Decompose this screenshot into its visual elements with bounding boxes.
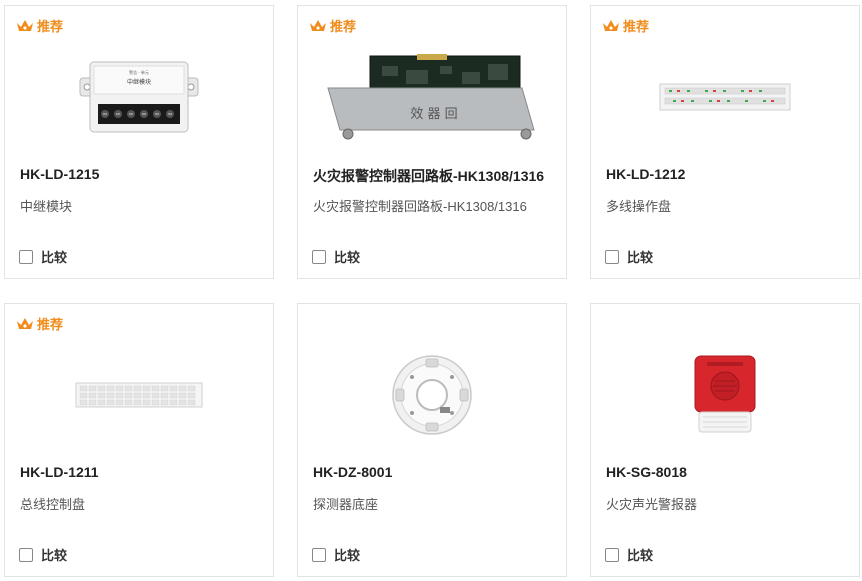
product-description: 探测器底座	[313, 497, 379, 512]
compare-checkbox[interactable]: 比较	[312, 247, 360, 266]
compare-checkbox[interactable]: 比较	[605, 247, 653, 266]
loop-board-image[interactable]: 效 器 回	[298, 42, 566, 152]
checkbox-icon[interactable]	[19, 249, 33, 264]
detector-base-image[interactable]	[298, 340, 566, 450]
product-model[interactable]: HK-SG-8018	[606, 464, 847, 480]
product-card[interactable]: 推荐 效 器 回 火灾报警控制器回路板-HK1308/1316 火灾报警控制器回…	[297, 5, 567, 279]
product-card[interactable]: 推荐 HK-LD-1211 总线控制盘 比较	[4, 303, 274, 577]
product-model[interactable]: HK-LD-1215	[20, 166, 261, 182]
product-card[interactable]: 推荐 HK-LD-1212 多线操作盘 比较	[590, 5, 860, 279]
product-description: 多线操作盘	[606, 199, 672, 214]
compare-checkbox[interactable]: 比较	[312, 545, 360, 564]
crown-icon	[603, 19, 619, 31]
bus-control-panel-image[interactable]	[5, 340, 273, 450]
product-card[interactable]: 推荐 警告 · 单元 中继模块 HK-LD-1215 中继模块 比较	[4, 5, 274, 279]
recommend-badge: 推荐	[309, 16, 356, 35]
product-model[interactable]: HK-LD-1212	[606, 166, 847, 182]
product-description: 中继模块	[20, 199, 73, 214]
svg-text:中继模块: 中继模块	[127, 78, 151, 86]
compare-checkbox[interactable]: 比较	[19, 247, 67, 266]
crown-icon	[17, 19, 33, 31]
product-description: 火灾报警控制器回路板-HK1308/1316	[313, 199, 527, 214]
crown-icon	[310, 19, 326, 31]
product-model[interactable]: 火灾报警控制器回路板-HK1308/1316	[313, 166, 554, 186]
product-card[interactable]: HK-DZ-8001 探测器底座 比较	[297, 303, 567, 577]
crown-icon	[17, 317, 33, 329]
multi-line-panel-image[interactable]	[591, 42, 859, 152]
checkbox-icon[interactable]	[605, 547, 619, 562]
relay-module-image[interactable]: 警告 · 单元 中继模块	[5, 42, 273, 152]
product-model[interactable]: HK-LD-1211	[20, 464, 261, 480]
checkbox-icon[interactable]	[19, 547, 33, 562]
product-description: 总线控制盘	[20, 497, 86, 512]
recommend-badge: 推荐	[602, 16, 649, 35]
svg-text:警告 · 单元: 警告 · 单元	[129, 69, 149, 75]
recommend-badge: 推荐	[16, 16, 63, 35]
checkbox-icon[interactable]	[312, 249, 326, 264]
sound-light-alarm-image[interactable]	[591, 340, 859, 450]
compare-checkbox[interactable]: 比较	[19, 545, 67, 564]
product-model[interactable]: HK-DZ-8001	[313, 464, 554, 480]
checkbox-icon[interactable]	[605, 249, 619, 264]
compare-checkbox[interactable]: 比较	[605, 545, 653, 564]
svg-text:效 器 回: 效 器 回	[410, 107, 457, 122]
recommend-badge: 推荐	[16, 314, 63, 333]
product-description: 火灾声光警报器	[606, 497, 698, 512]
checkbox-icon[interactable]	[312, 547, 326, 562]
product-card[interactable]: HK-SG-8018 火灾声光警报器 比较	[590, 303, 860, 577]
